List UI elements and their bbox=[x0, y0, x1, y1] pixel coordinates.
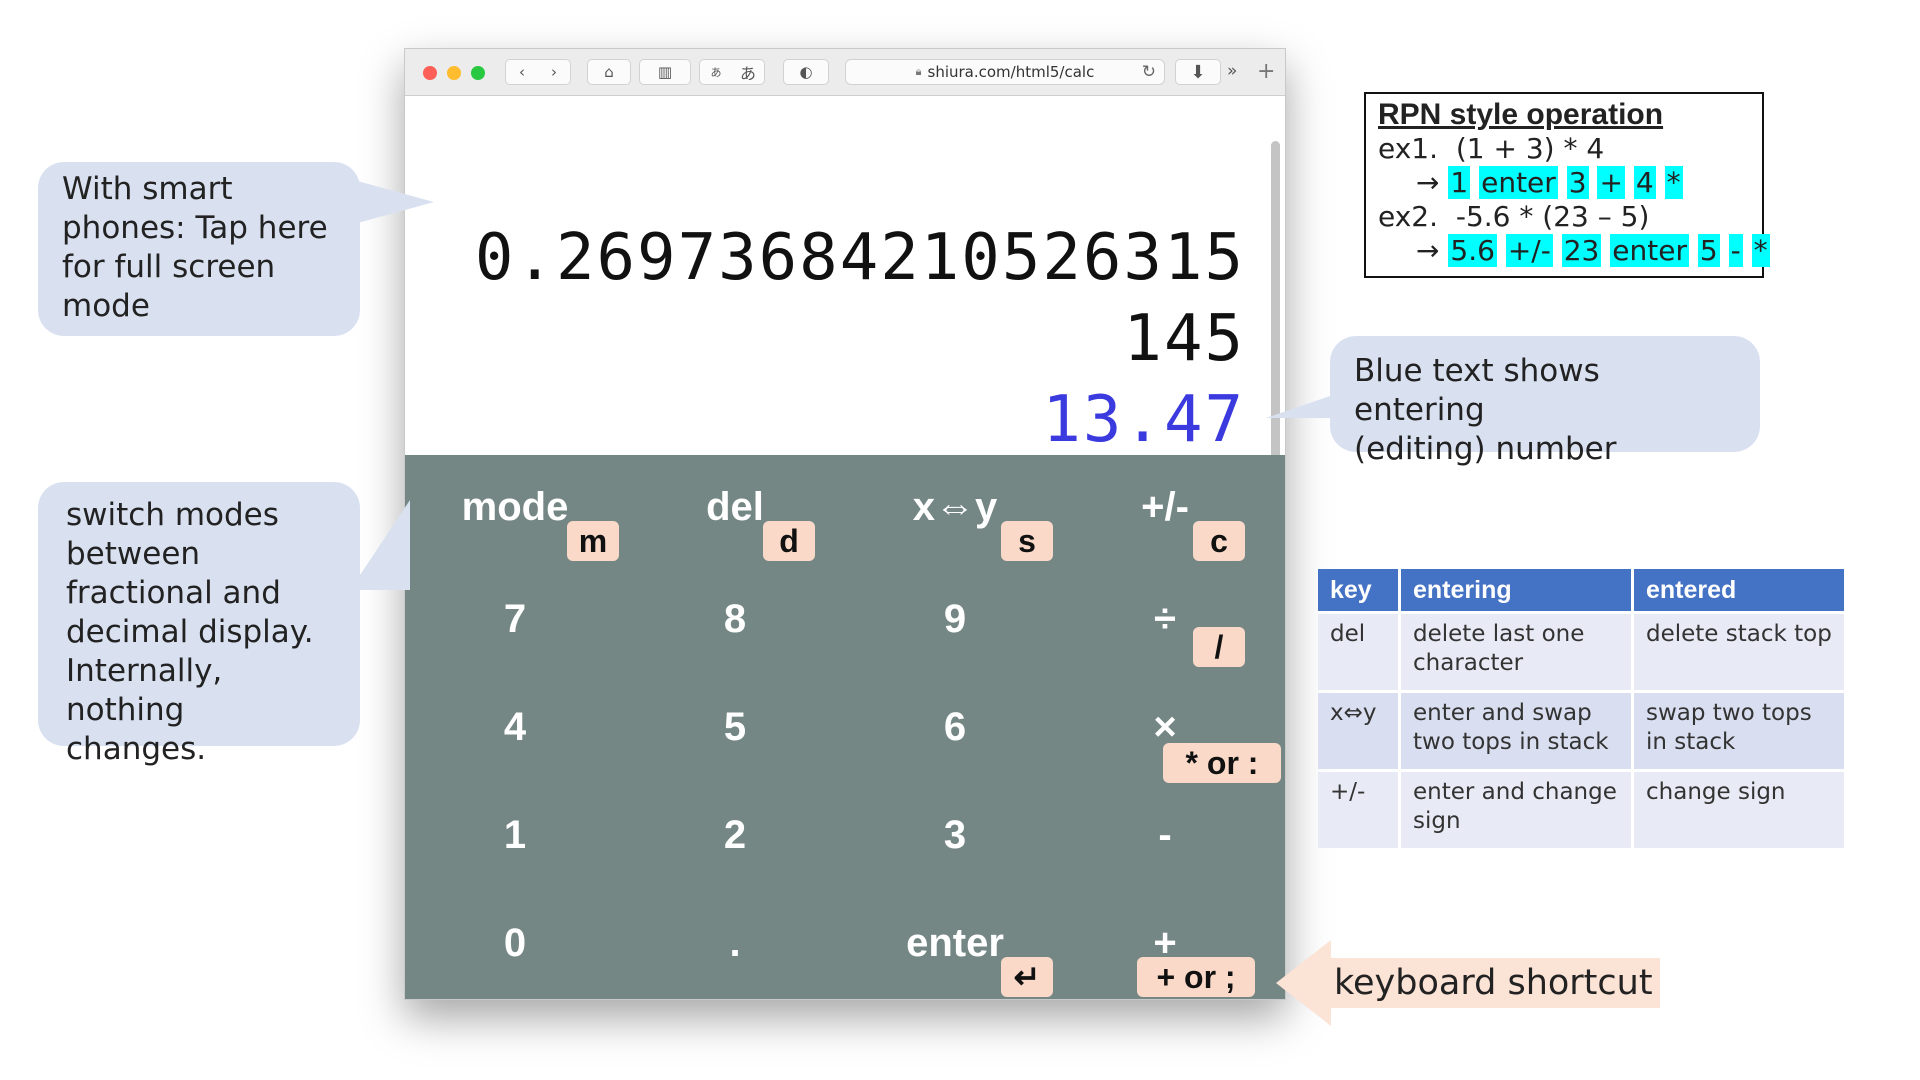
reload-icon[interactable]: ↻ bbox=[1142, 62, 1156, 82]
table-cell: delete stack top bbox=[1634, 614, 1844, 690]
font-smaller-button[interactable]: あ bbox=[700, 64, 732, 80]
rpn-step: - bbox=[1728, 234, 1743, 267]
table-cell: x⇔y bbox=[1318, 693, 1398, 769]
table-row: x⇔y enter and swap two tops in stack swa… bbox=[1318, 693, 1844, 769]
rpn-step: * bbox=[1751, 234, 1770, 267]
chevron-left-icon[interactable]: ‹ bbox=[506, 63, 538, 81]
rpn-ex1-label: ex1. bbox=[1378, 132, 1439, 165]
key-7[interactable]: 7 bbox=[415, 597, 615, 642]
key-9[interactable]: 9 bbox=[855, 597, 1055, 642]
del-shortcut: d bbox=[763, 521, 815, 561]
rpn-step: 5.6 bbox=[1448, 234, 1497, 267]
decimal-key[interactable]: . bbox=[635, 921, 835, 966]
modes-callout-text: switch modes between fractional and deci… bbox=[66, 497, 314, 767]
rpn-ex2-expr: -5.6 * (23 – 5) bbox=[1455, 200, 1650, 233]
zoom-window-button[interactable] bbox=[471, 66, 485, 80]
mode-shortcut: m bbox=[567, 521, 619, 561]
double-chevron-icon[interactable]: » bbox=[1227, 61, 1237, 81]
rpn-step: 4 bbox=[1633, 166, 1656, 199]
minimize-window-button[interactable] bbox=[447, 66, 461, 80]
rpn-step: enter bbox=[1610, 234, 1689, 267]
rpn-ex1-expr: (1 + 3) * 4 bbox=[1455, 132, 1605, 165]
blue-text-callout: Blue text shows entering (editing) numbe… bbox=[1330, 336, 1760, 467]
key-0[interactable]: 0 bbox=[415, 921, 615, 966]
table-cell: delete last one character bbox=[1401, 614, 1631, 690]
key-1[interactable]: 1 bbox=[415, 813, 615, 858]
fullscreen-callout: With smart phones: Tap here for full scr… bbox=[38, 162, 360, 336]
table-row: del delete last one character delete sta… bbox=[1318, 614, 1844, 690]
rpn-ex1: ex1. (1 + 3) * 4 bbox=[1378, 132, 1750, 166]
entering-number: 13.47 bbox=[1042, 383, 1245, 457]
rpn-step: * bbox=[1664, 166, 1683, 199]
home-icon[interactable]: ⌂ bbox=[587, 59, 631, 85]
key-5[interactable]: 5 bbox=[635, 705, 835, 750]
download-icon[interactable]: ⬇ bbox=[1175, 59, 1221, 85]
table-cell: change sign bbox=[1634, 772, 1844, 848]
swap-shortcut: s bbox=[1001, 521, 1053, 561]
rpn-step: 3 bbox=[1566, 166, 1589, 199]
key-help-table: key entering entered del delete last one… bbox=[1315, 566, 1847, 851]
table-cell: enter and swap two tops in stack bbox=[1401, 693, 1631, 769]
arrow-icon: → bbox=[1416, 166, 1440, 199]
table-cell: enter and change sign bbox=[1401, 772, 1631, 848]
table-header: entered bbox=[1634, 569, 1844, 611]
browser-toolbar: ‹ › ⌂ ▥ あ あ ◐ 🔒︎ shiura.com/html5/calc ↻… bbox=[405, 49, 1285, 96]
browser-window: ‹ › ⌂ ▥ あ あ ◐ 🔒︎ shiura.com/html5/calc ↻… bbox=[404, 48, 1286, 1000]
shield-icon[interactable]: ◐ bbox=[783, 59, 829, 85]
rpn-ex1-steps: → 1 enter 3 + 4 * bbox=[1378, 166, 1750, 200]
table-cell: del bbox=[1318, 614, 1398, 690]
address-bar[interactable]: 🔒︎ shiura.com/html5/calc ↻ bbox=[845, 59, 1165, 85]
rpn-step: + bbox=[1597, 166, 1625, 199]
key-3[interactable]: 3 bbox=[855, 813, 1055, 858]
rpn-step: 1 bbox=[1448, 166, 1471, 199]
sidebar-icon[interactable]: ▥ bbox=[639, 59, 691, 85]
table-header: entering bbox=[1401, 569, 1631, 611]
rpn-step: 5 bbox=[1697, 234, 1720, 267]
key-2[interactable]: 2 bbox=[635, 813, 835, 858]
table-row: +/- enter and change sign change sign bbox=[1318, 772, 1844, 848]
calc-display[interactable]: 0.26973684210526315 145 13.47 bbox=[405, 96, 1285, 457]
table-header-row: key entering entered bbox=[1318, 569, 1844, 611]
stack-line-1: 0.26973684210526315 bbox=[474, 221, 1245, 295]
subtract-key[interactable]: - bbox=[1055, 813, 1275, 858]
sign-shortcut: c bbox=[1193, 521, 1245, 561]
table-header: key bbox=[1318, 569, 1398, 611]
multiply-shortcut: * or : bbox=[1163, 743, 1281, 783]
add-shortcut: + or ; bbox=[1137, 957, 1255, 997]
arrow-icon: → bbox=[1416, 234, 1440, 267]
callout-tail bbox=[1276, 940, 1331, 1026]
callout-tail bbox=[1266, 396, 1330, 418]
close-window-button[interactable] bbox=[423, 66, 437, 80]
key-8[interactable]: 8 bbox=[635, 597, 835, 642]
callout-tail bbox=[354, 180, 434, 224]
rpn-example-box: RPN style operation ex1. (1 + 3) * 4 → 1… bbox=[1364, 92, 1770, 278]
fullscreen-callout-text: With smart phones: Tap here for full scr… bbox=[62, 171, 328, 324]
stack-line-2: 145 bbox=[1123, 302, 1245, 376]
lock-icon: 🔒︎ bbox=[915, 65, 922, 78]
chevron-right-icon[interactable]: › bbox=[538, 63, 570, 81]
blue-text-callout-text: Blue text shows entering (editing) numbe… bbox=[1354, 353, 1617, 467]
keypad: mode del x⇔y +/- m d s c 7 8 9 ÷ / 4 5 6… bbox=[405, 455, 1285, 999]
rpn-ex2: ex2. -5.6 * (23 – 5) bbox=[1378, 200, 1750, 234]
table-cell: +/- bbox=[1318, 772, 1398, 848]
rpn-step: 23 bbox=[1561, 234, 1602, 267]
table-cell: swap two tops in stack bbox=[1634, 693, 1844, 769]
rpn-title: RPN style operation bbox=[1378, 98, 1664, 131]
rpn-ex2-steps: → 5.6 +/- 23 enter 5 - * bbox=[1378, 234, 1770, 268]
key-6[interactable]: 6 bbox=[855, 705, 1055, 750]
rpn-step: enter bbox=[1479, 166, 1558, 199]
font-size-group: あ あ bbox=[699, 59, 765, 85]
divide-shortcut: / bbox=[1193, 627, 1245, 667]
font-larger-button[interactable]: あ bbox=[732, 60, 764, 84]
url-text: shiura.com/html5/calc bbox=[927, 63, 1095, 81]
return-icon: ↵ bbox=[1001, 957, 1053, 997]
rpn-ex2-label: ex2. bbox=[1378, 200, 1439, 233]
keyboard-shortcut-callout: keyboard shortcut bbox=[1330, 958, 1660, 1008]
key-4[interactable]: 4 bbox=[415, 705, 615, 750]
plus-icon[interactable]: + bbox=[1257, 59, 1275, 84]
rpn-step: +/- bbox=[1505, 234, 1553, 267]
modes-callout: switch modes between fractional and deci… bbox=[38, 482, 360, 767]
back-forward-group: ‹ › bbox=[505, 59, 571, 85]
